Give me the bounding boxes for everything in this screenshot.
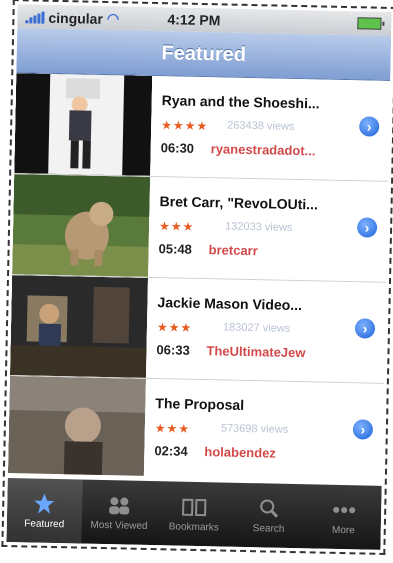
video-thumbnail	[12, 174, 151, 277]
tab-label: Search	[252, 522, 285, 535]
phone-screen: cingular ◠ 4:12 PM Featured Ryan and the…	[1, 0, 393, 555]
book-icon	[180, 495, 208, 518]
tab-most-viewed[interactable]: Most Viewed	[81, 480, 157, 546]
rating-stars: ★★★★	[161, 118, 209, 134]
video-row[interactable]: The Proposal ★★★ 573698 views 02:34 hola…	[7, 376, 384, 481]
chevron-right-icon[interactable]: ›	[359, 116, 380, 137]
video-author: holabendez	[204, 444, 277, 461]
video-thumbnail	[7, 376, 146, 479]
rating-stars: ★★★	[156, 320, 193, 335]
chevron-right-icon[interactable]: ›	[356, 217, 378, 238]
video-thumbnail	[9, 275, 149, 378]
carrier-name: cingular	[48, 9, 104, 27]
video-title: Jackie Mason Video...	[157, 294, 303, 314]
battery-icon	[357, 17, 382, 30]
tab-label: Most Viewed	[90, 519, 148, 532]
video-author: ryanestradadot...	[210, 141, 316, 159]
tab-search[interactable]: Search	[231, 483, 307, 549]
carrier-info: cingular ◠	[25, 8, 119, 27]
video-title: Bret Carr, "RevoLOUti...	[159, 193, 319, 213]
tab-label: Bookmarks	[168, 520, 219, 533]
video-list[interactable]: Ryan and the Shoeshi... ★★★★ 263438 view…	[7, 73, 391, 481]
video-row[interactable]: Bret Carr, "RevoLOUti... ★★★ 132033 view…	[12, 174, 389, 283]
video-duration: 06:30	[160, 140, 195, 156]
video-row[interactable]: Ryan and the Shoeshi... ★★★★ 263438 view…	[14, 73, 391, 182]
video-title: The Proposal	[155, 395, 245, 413]
signal-icon	[25, 11, 45, 24]
people-icon	[105, 494, 133, 517]
tab-label: Featured	[24, 517, 65, 530]
nav-bar: Featured	[16, 28, 392, 81]
view-count: 183027 views	[222, 321, 291, 335]
tab-bookmarks[interactable]: Bookmarks	[156, 481, 232, 547]
view-count: 132033 views	[224, 220, 293, 234]
video-thumbnail	[14, 73, 153, 176]
rating-stars: ★★★	[154, 421, 191, 436]
video-row[interactable]: Jackie Mason Video... ★★★ 183027 views 0…	[9, 275, 386, 384]
tab-bar: Featured Most Viewed Bookmarks Search Mo…	[6, 478, 382, 550]
search-icon	[255, 497, 283, 520]
video-author: TheUltimateJew	[206, 343, 306, 361]
more-icon	[330, 498, 358, 521]
view-count: 573698 views	[220, 422, 289, 436]
star-icon	[30, 492, 58, 515]
rating-stars: ★★★	[158, 219, 195, 234]
video-author: bretcarr	[208, 242, 258, 259]
view-count: 263438 views	[227, 119, 295, 133]
status-time: 4:12 PM	[167, 11, 221, 29]
photo: cingular ◠ 4:12 PM Featured Ryan and the…	[0, 0, 393, 561]
wifi-icon: ◠	[106, 9, 120, 27]
video-duration: 06:33	[156, 342, 190, 358]
video-title: Ryan and the Shoeshi...	[161, 92, 320, 112]
video-duration: 05:48	[158, 241, 193, 257]
video-duration: 02:34	[154, 443, 188, 459]
page-title: Featured	[161, 41, 247, 66]
tab-featured[interactable]: Featured	[6, 478, 83, 544]
tab-more[interactable]: More	[306, 484, 382, 550]
chevron-right-icon[interactable]: ›	[354, 318, 376, 339]
tab-label: More	[331, 524, 355, 536]
chevron-right-icon[interactable]: ›	[352, 419, 374, 440]
